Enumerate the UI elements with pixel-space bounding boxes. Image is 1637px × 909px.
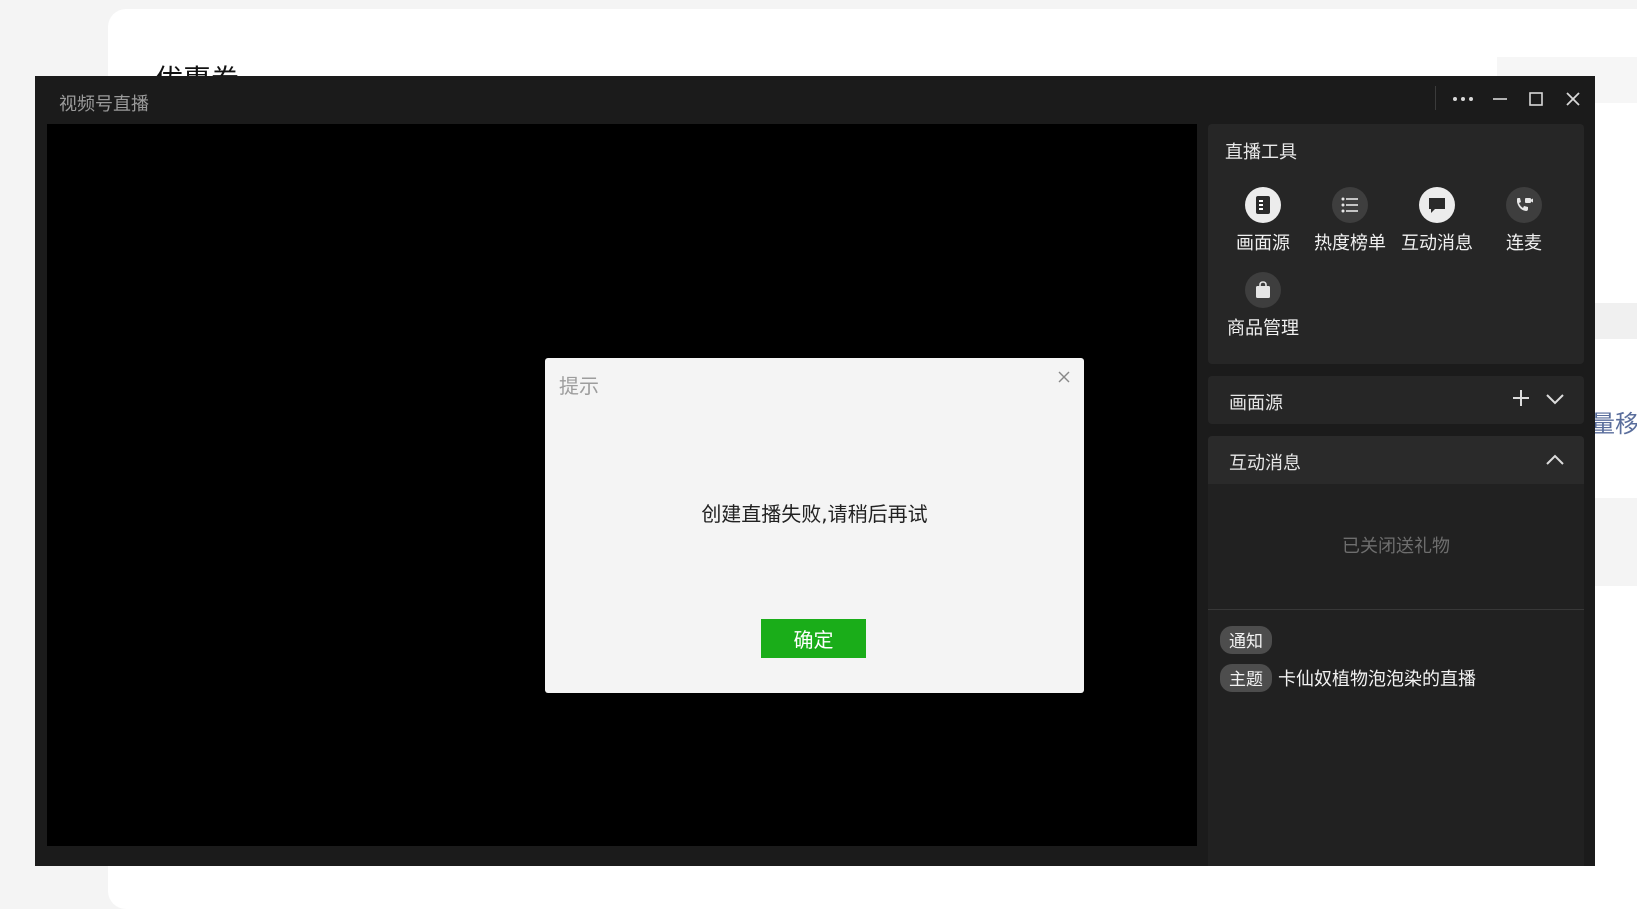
close-icon (1058, 371, 1070, 383)
maximize-button[interactable] (1521, 84, 1551, 114)
background-block (1590, 498, 1637, 586)
window-titlebar[interactable]: 视频号直播 (35, 76, 1595, 124)
tool-video-source[interactable]: 画面源 (1218, 187, 1308, 255)
maximize-icon (1529, 92, 1543, 106)
gift-status-text: 已关闭送礼物 (1342, 536, 1450, 557)
chat-icon (1419, 187, 1455, 223)
expand-source-button[interactable] (1545, 391, 1565, 410)
titlebar-divider (1435, 86, 1436, 110)
interactive-messages-header[interactable]: 互动消息 (1208, 436, 1584, 484)
more-button[interactable] (1448, 84, 1478, 114)
close-window-button[interactable] (1558, 84, 1588, 114)
minimize-icon (1493, 98, 1507, 100)
tool-label: 热度榜单 (1314, 233, 1386, 254)
messages-divider (1208, 609, 1584, 610)
collapse-messages-button[interactable] (1545, 452, 1565, 471)
interactive-messages-section: 互动消息 已关闭送礼物 通知 主题 卡仙奴植物泡泡染的直播 (1208, 436, 1584, 866)
tool-label: 画面源 (1236, 233, 1290, 254)
dialog-message: 创建直播失败,请稍后再试 (701, 502, 928, 526)
live-tools-panel: 直播工具 画面源 热度榜单 互动消息 连麦 商品管理 (1208, 124, 1584, 364)
more-icon (1453, 97, 1473, 101)
tool-interactive-messages[interactable]: 互动消息 (1392, 187, 1482, 255)
video-call-icon (1506, 187, 1542, 223)
background-strip (1590, 303, 1637, 339)
tool-label: 商品管理 (1227, 318, 1299, 339)
tool-product-management[interactable]: 商品管理 (1218, 272, 1308, 340)
add-source-button[interactable] (1511, 388, 1531, 412)
tool-hot-ranking[interactable]: 热度榜单 (1305, 187, 1395, 255)
topic-row: 主题 卡仙奴植物泡泡染的直播 (1220, 664, 1476, 692)
interactive-messages-label: 互动消息 (1229, 453, 1301, 474)
dialog-title: 提示 (559, 374, 599, 398)
tool-co-host[interactable]: 连麦 (1479, 187, 1569, 255)
close-icon (1566, 92, 1580, 106)
plus-icon (1513, 390, 1529, 406)
background-text-fragment: 量移 (1591, 410, 1637, 438)
confirm-button[interactable]: 确定 (761, 619, 866, 658)
chevron-up-icon (1546, 454, 1564, 465)
minimize-button[interactable] (1485, 84, 1515, 114)
live-tools-heading: 直播工具 (1225, 142, 1297, 163)
tool-label: 连麦 (1506, 233, 1542, 254)
chevron-down-icon (1546, 394, 1564, 405)
tool-label: 互动消息 (1401, 233, 1473, 254)
topic-badge: 主题 (1220, 664, 1272, 692)
error-dialog: 提示 创建直播失败,请稍后再试 确定 (545, 358, 1084, 693)
shopping-bag-icon (1245, 272, 1281, 308)
dialog-close-button[interactable] (1058, 368, 1070, 387)
list-icon (1332, 187, 1368, 223)
notice-badge: 通知 (1220, 626, 1272, 654)
video-source-label: 画面源 (1229, 393, 1283, 414)
topic-text: 卡仙奴植物泡泡染的直播 (1278, 669, 1476, 690)
window-title: 视频号直播 (59, 94, 149, 115)
document-icon (1245, 187, 1281, 223)
video-source-section[interactable]: 画面源 (1208, 376, 1584, 424)
notice-row: 通知 (1220, 626, 1272, 654)
